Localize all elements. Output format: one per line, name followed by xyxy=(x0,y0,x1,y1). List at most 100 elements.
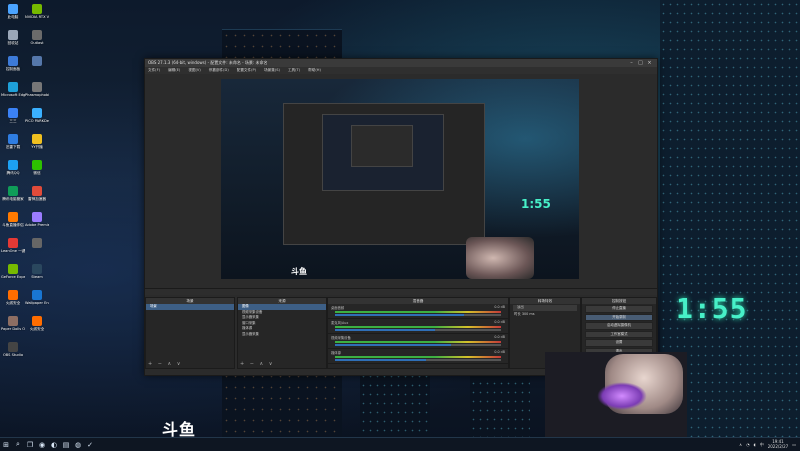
notification-icon[interactable]: ▭ xyxy=(792,442,796,447)
desktop-icon[interactable]: Outlast xyxy=(25,30,49,45)
channel-header: 桌面音频 0.0 dB xyxy=(331,305,505,310)
desktop-icon-label: 雷神加速器 xyxy=(28,197,46,201)
desktop-icon-label: 腾讯QQ xyxy=(6,171,20,175)
app-icon xyxy=(32,82,42,92)
preview-canvas[interactable]: 1:55 斗鱼 xyxy=(221,79,579,279)
edge-icon[interactable]: ◐ xyxy=(48,438,60,451)
app-icon xyxy=(32,160,42,170)
volume-icon[interactable]: ◖ xyxy=(754,442,756,447)
desktop-icon[interactable]: 此电脑 xyxy=(1,4,25,19)
app-icon xyxy=(8,160,18,170)
menu-item[interactable]: 编辑(E) xyxy=(168,68,180,73)
desktop-icons: 此电脑 NVIDIA RTX Voice 回收站 Outlast 控制面板 Microso… xyxy=(0,0,50,432)
control-button[interactable]: 设置 xyxy=(585,339,653,347)
desktop-icon[interactable]: Steam xyxy=(25,264,49,279)
control-button[interactable]: 开始录制 xyxy=(585,313,653,322)
desktop-icon-label: 迅雷下载 xyxy=(5,145,21,149)
desktop-icon[interactable]: LeanOne 一键办公 xyxy=(1,238,25,253)
channel-name: 麦克风/Aux xyxy=(331,321,349,325)
desktop-icon-label: Microsoft Edge xyxy=(1,93,25,97)
taskbar-date: 2022/2/27 xyxy=(767,443,789,449)
channel-name: 媒体源 xyxy=(331,351,341,355)
duration-value[interactable]: 300 ms xyxy=(522,312,535,316)
explorer-icon[interactable]: ▤ xyxy=(60,438,72,451)
volume-fill xyxy=(335,344,452,346)
dock-toolbar xyxy=(145,288,657,295)
taskbar-clock[interactable]: 19:41 2022/2/27 xyxy=(767,439,789,449)
menu-item[interactable]: 文件(F) xyxy=(148,68,160,73)
sources-footer[interactable]: + − ∧ ∨ xyxy=(240,361,274,367)
desktop-icon[interactable]: 斗鱼直播伴侣 xyxy=(1,212,25,227)
app-icon xyxy=(32,290,42,300)
desktop-icon[interactable]: 三三 xyxy=(1,108,25,123)
volume-slider[interactable] xyxy=(335,344,501,346)
obs-window[interactable]: OBS 27.1.3 (64-bit, windows) - 配置文件: 未命名… xyxy=(144,58,658,376)
menu-item[interactable]: 配置文件(P) xyxy=(237,68,256,73)
desktop-icon[interactable] xyxy=(25,56,49,67)
control-button[interactable]: 启动虚拟摄像机 xyxy=(585,322,653,330)
chevron-up-icon[interactable]: ∧ xyxy=(739,442,742,447)
app-icon xyxy=(32,30,42,40)
scenes-footer[interactable]: + − ∧ ∨ xyxy=(148,361,182,367)
desktop-icon[interactable]: 腾讯QQ xyxy=(1,160,25,175)
wallpaper-clock: 1:55 xyxy=(676,292,748,325)
wechat-icon[interactable]: ◍ xyxy=(72,438,84,451)
check-icon[interactable]: ✓ xyxy=(84,438,96,451)
desktop-icon[interactable] xyxy=(25,238,49,249)
desktop-icon[interactable]: Phasmophobia xyxy=(25,82,49,97)
desktop-icon[interactable]: PICO PARKDemo xyxy=(25,108,49,123)
desktop-icon[interactable]: Paper Dolls Original xyxy=(1,316,25,331)
desktop-icon-label: Steam xyxy=(31,275,43,279)
volume-slider[interactable] xyxy=(335,314,501,316)
desktop-icon-label: 微信 xyxy=(33,171,41,175)
menu-item[interactable]: 帮助(H) xyxy=(308,68,321,73)
desktop-icon-label: 三三 xyxy=(9,119,17,123)
menu-item[interactable]: 停靠部件(D) xyxy=(209,68,229,73)
menu-bar: 文件(F) 编辑(E) 视图(V) 停靠部件(D) 配置文件(P) 场景集(S) 工具(T)… xyxy=(145,67,657,74)
desktop-icon[interactable]: 火绒安全 xyxy=(25,316,49,331)
desktop-icon[interactable]: Adobe Premie... xyxy=(25,212,49,227)
desktop-icon[interactable]: 回收站 xyxy=(1,30,25,45)
app-icon xyxy=(32,212,42,222)
transition-select[interactable]: 淡出 xyxy=(513,305,577,311)
volume-slider[interactable] xyxy=(335,359,501,361)
desktop-icon-label: GeForce Experience xyxy=(1,275,25,279)
mixer-channel: 麦克风/Aux 0.0 dB xyxy=(328,319,508,334)
windows-icon[interactable]: ⊞ xyxy=(0,438,12,451)
input-language[interactable]: 中 xyxy=(760,442,764,448)
taskbar: ⊞ ⌕ ❐ ◉ ◐ ▤ ◍ ✓ ∧ ◔ ◖ 中 19:41 2022/2/27 ▭ xyxy=(0,437,800,451)
control-button[interactable]: 停止直播 xyxy=(585,305,653,313)
desktop-icon-label: YY开播 xyxy=(31,145,43,149)
desktop-icon[interactable]: Microsoft Edge xyxy=(1,82,25,97)
desktop-icon[interactable]: NVIDIA RTX Voice xyxy=(25,4,49,19)
desktop-icon[interactable]: Wallpaper Engine xyxy=(25,290,49,305)
desktop-icon[interactable]: 微信 xyxy=(25,160,49,175)
desktop-icon[interactable]: YY开播 xyxy=(25,134,49,149)
close-icon[interactable]: × xyxy=(645,60,654,66)
menu-item[interactable]: 场景集(S) xyxy=(264,68,280,73)
source-item[interactable]: 显示器采集 xyxy=(238,332,326,338)
scene-item[interactable]: 场景 xyxy=(146,304,234,310)
transition-duration[interactable]: 时长 300 ms xyxy=(510,312,580,318)
menu-item[interactable]: 视图(V) xyxy=(188,68,200,73)
desktop-icon[interactable]: GeForce Experience xyxy=(1,264,25,279)
control-button[interactable]: 工作室模式 xyxy=(585,330,653,339)
desktop-icon-label: 斗鱼直播伴侣 xyxy=(2,223,24,227)
maximize-icon[interactable]: □ xyxy=(636,60,645,66)
desktop-icon[interactable]: OBS Studio xyxy=(1,342,25,357)
volume-slider[interactable] xyxy=(335,329,501,331)
network-icon[interactable]: ◔ xyxy=(746,442,750,447)
app-icon xyxy=(32,264,42,274)
obs-icon[interactable]: ◉ xyxy=(36,438,48,451)
desktop-icon[interactable]: 控制面板 xyxy=(1,56,25,71)
desktop-icon[interactable]: 迅雷下载 xyxy=(1,134,25,149)
desktop-icon[interactable]: 火绒安全 xyxy=(1,290,25,305)
desktop-icon[interactable]: 腾讯电脑管家 xyxy=(1,186,25,201)
task-view-icon[interactable]: ❐ xyxy=(24,438,36,451)
title-bar[interactable]: OBS 27.1.3 (64-bit, windows) - 配置文件: 未命名… xyxy=(145,59,657,67)
desktop-icon[interactable]: 雷神加速器 xyxy=(25,186,49,201)
menu-item[interactable]: 工具(T) xyxy=(288,68,300,73)
preview-clock: 1:55 xyxy=(521,197,551,211)
search-icon[interactable]: ⌕ xyxy=(12,438,24,451)
minimize-icon[interactable]: – xyxy=(627,60,636,66)
